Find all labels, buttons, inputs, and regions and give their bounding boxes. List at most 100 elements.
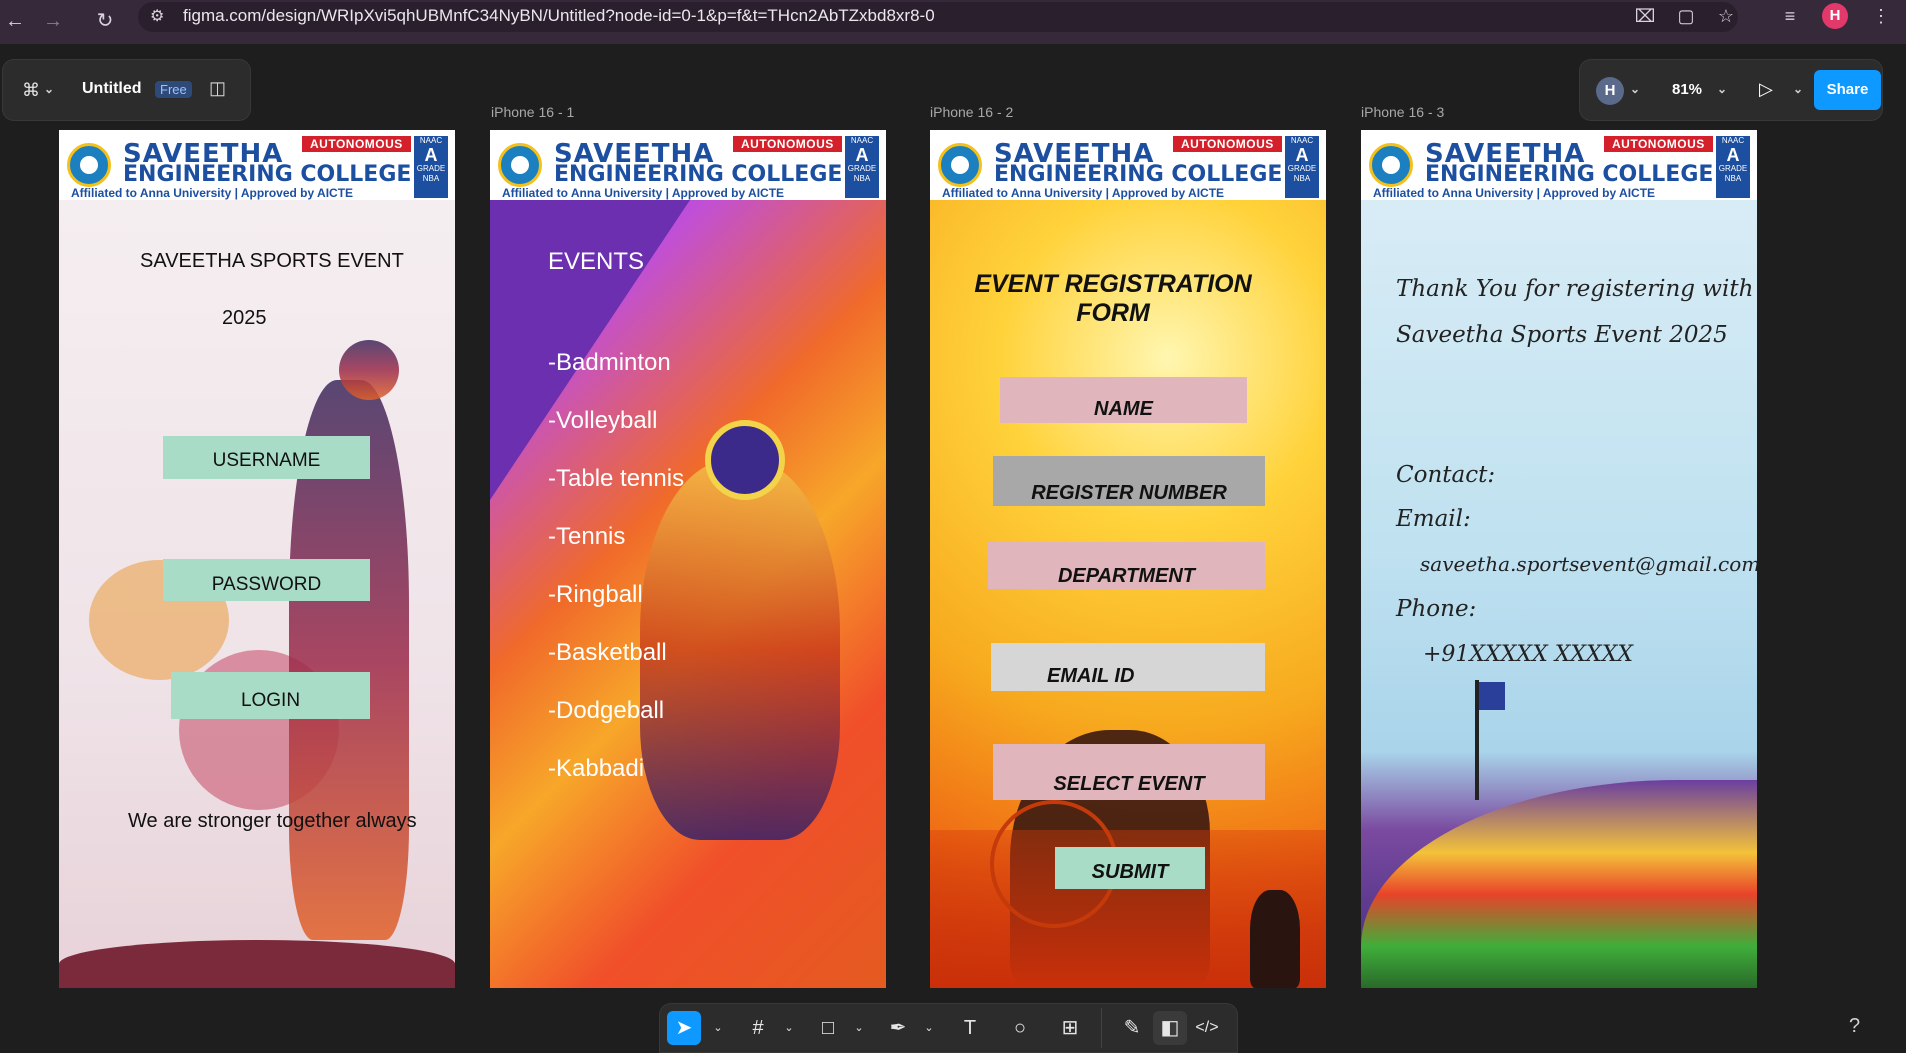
college-name-line2: ENGINEERING COLLEGE [994,162,1283,187]
naac-text: NAAC [419,136,443,145]
reload-icon[interactable]: ↻ [90,6,120,36]
frame-login[interactable]: SAVEETHA ENGINEERING COLLEGE Affiliated … [59,130,455,988]
login-title: SAVEETHA SPORTS EVENT [140,250,404,272]
select-event-dropdown[interactable]: SELECT EVENT [993,744,1265,800]
event-item[interactable]: -Ringball [548,581,643,609]
camera-off-icon[interactable]: ⌧ [1631,6,1659,27]
chevron-down-icon[interactable]: ⌄ [1793,82,1803,96]
comment-tool-icon[interactable]: ○ [1003,1011,1037,1045]
registration-title: EVENT REGISTRATION FORM [970,270,1256,328]
college-header: SAVEETHA ENGINEERING COLLEGE Affiliated … [1361,130,1757,200]
share-button[interactable]: Share [1814,70,1881,110]
nba-text: NBA [1724,174,1742,183]
event-item[interactable]: -Dodgeball [548,697,664,725]
college-logo [1369,143,1413,187]
college-header: SAVEETHA ENGINEERING COLLEGE Affiliated … [930,130,1326,200]
chevron-down-icon[interactable]: ⌄ [846,1011,872,1045]
toolbar-divider [1101,1008,1102,1048]
move-tool-icon[interactable]: ➤ [667,1011,701,1045]
chevron-down-icon[interactable]: ⌄ [44,82,54,96]
actions-tool-icon[interactable]: ⊞ [1053,1011,1087,1045]
event-item[interactable]: -Volleyball [548,407,657,435]
frame-label-1[interactable]: iPhone 16 - 1 [491,104,574,120]
naac-grade: A [1295,145,1309,165]
phone-label: Phone: [1396,596,1477,622]
zoom-level[interactable]: 81% [1672,81,1702,98]
frame-tool-icon[interactable]: # [741,1011,775,1045]
college-logo [938,143,982,187]
affiliation-text: Affiliated to Anna University | Approved… [1373,186,1656,200]
contact-phone: +91XXXXX XXXXX [1423,642,1634,667]
sidebar-toggle-icon[interactable]: ◫ [209,78,226,99]
event-item[interactable]: -Badminton [548,349,671,377]
nba-text: NBA [1293,174,1311,183]
menu-icon[interactable]: ⋮ [1867,6,1895,27]
email-field[interactable]: EMAIL ID [991,643,1265,691]
clipboard-icon[interactable]: ▢ [1672,6,1700,27]
user-avatar[interactable]: H [1596,77,1624,105]
naac-text: NAAC [1290,136,1314,145]
frame-thanks[interactable]: SAVEETHA ENGINEERING COLLEGE Affiliated … [1361,130,1757,988]
registration-title-line2: FORM [1076,299,1150,327]
college-name-line2: ENGINEERING COLLEGE [554,162,843,187]
pen-tool-icon[interactable]: ✒ [881,1011,915,1045]
tennis-player-silhouette [1250,890,1300,988]
frame-registration[interactable]: SAVEETHA ENGINEERING COLLEGE Affiliated … [930,130,1326,988]
name-field[interactable]: NAME [1000,377,1247,423]
naac-grade: A [424,145,438,165]
draw-mode-icon[interactable]: ✎ [1115,1011,1149,1045]
dev-mode-icon[interactable]: </> [1190,1011,1224,1045]
rectangle-tool-icon[interactable]: □ [811,1011,845,1045]
flag [1479,682,1505,710]
media-queue-icon[interactable]: ≡ [1776,6,1804,27]
naac-grade-text: GRADE [416,164,446,173]
file-name[interactable]: Untitled [82,80,142,98]
site-settings-icon[interactable]: ⚙ [150,6,164,26]
plan-badge: Free [155,81,192,98]
star-icon[interactable]: ☆ [1712,6,1740,27]
department-field[interactable]: DEPARTMENT [988,542,1265,589]
browser-profile-avatar[interactable]: H [1822,3,1848,29]
forward-icon[interactable]: → [38,6,68,36]
affiliation-text: Affiliated to Anna University | Approved… [71,186,354,200]
naac-grade-text: GRADE [1287,164,1317,173]
event-item[interactable]: -Table tennis [548,465,684,493]
frame-events[interactable]: SAVEETHA ENGINEERING COLLEGE Affiliated … [490,130,886,988]
password-field[interactable]: PASSWORD [163,559,370,601]
autonomous-badge: AUTONOMOUS [302,136,411,152]
chevron-down-icon[interactable]: ⌄ [705,1011,731,1045]
chevron-down-icon[interactable]: ⌄ [776,1011,802,1045]
naac-badge: NAAC A GRADE NBA [414,136,448,198]
help-button[interactable]: ? [1849,1015,1860,1038]
frame-label-3[interactable]: iPhone 16 - 3 [1361,104,1444,120]
ground-splash [59,940,455,988]
event-item[interactable]: -Tennis [548,523,625,551]
text-tool-icon[interactable]: T [953,1011,987,1045]
contact-email: saveetha.sportsevent@gmail.com [1420,552,1757,576]
design-mode-icon[interactable]: ◧ [1153,1011,1187,1045]
naac-badge: NAAC A GRADE NBA [1716,136,1750,198]
naac-badge: NAAC A GRADE NBA [845,136,879,198]
college-header: SAVEETHA ENGINEERING COLLEGE Affiliated … [59,130,455,200]
naac-grade-text: GRADE [1718,164,1748,173]
college-name-line2: ENGINEERING COLLEGE [1425,162,1714,187]
frame-label-2[interactable]: iPhone 16 - 2 [930,104,1013,120]
present-play-icon[interactable]: ▷ [1759,79,1773,100]
chevron-down-icon[interactable]: ⌄ [1717,82,1727,96]
college-header: SAVEETHA ENGINEERING COLLEGE Affiliated … [490,130,886,200]
submit-button[interactable]: SUBMIT [1055,847,1205,889]
athlete-head [339,340,399,400]
url-text[interactable]: figma.com/design/WRIpXvi5qhUBMnfC34NyBN/… [183,6,935,26]
chevron-down-icon[interactable]: ⌄ [1630,82,1640,96]
register-number-field[interactable]: REGISTER NUMBER [993,456,1265,506]
figma-menu-icon[interactable]: ⌘ [22,80,44,102]
login-tagline: We are stronger together always [128,810,417,832]
username-field[interactable]: USERNAME [163,436,370,479]
back-icon[interactable]: ← [0,6,30,36]
event-item[interactable]: -Kabbadi [548,755,644,783]
login-button[interactable]: LOGIN [171,672,370,719]
chevron-down-icon[interactable]: ⌄ [916,1011,942,1045]
thanks-line1: Thank You for registering with [1396,276,1754,302]
browser-toolbar: ← → ↻ ⚙ figma.com/design/WRIpXvi5qhUBMnf… [0,0,1906,44]
event-item[interactable]: -Basketball [548,639,667,667]
